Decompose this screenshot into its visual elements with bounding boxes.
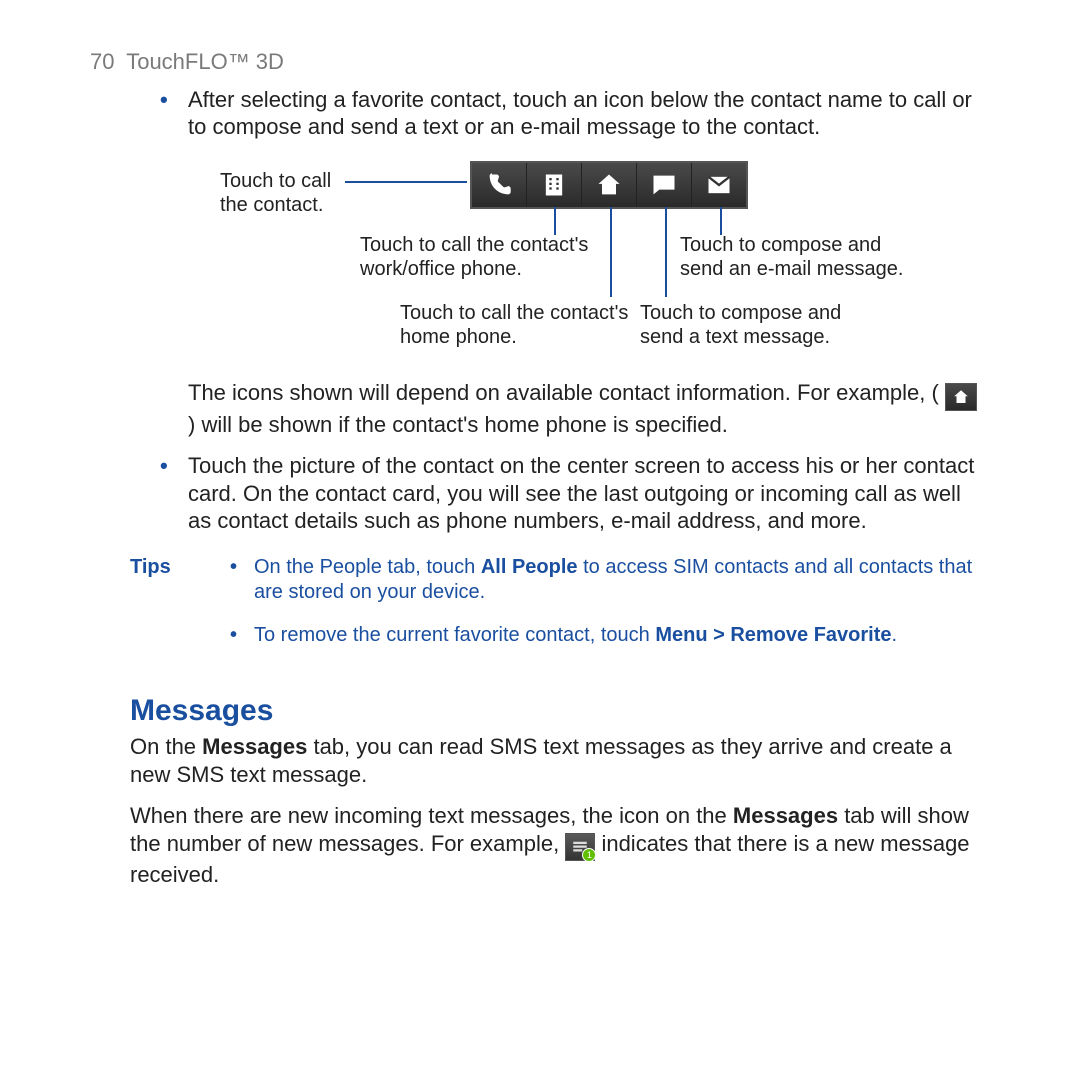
home-phone-icon <box>582 163 637 207</box>
phone-icon <box>472 163 527 207</box>
diagram-label-sms: Touch to compose and send a text message… <box>640 301 890 349</box>
tips-body: • On the People tab, touch All People to… <box>230 555 990 666</box>
leader-line <box>345 181 467 183</box>
messages-tab-icon: 1 <box>565 833 595 861</box>
bullet-icon: • <box>160 452 188 535</box>
office-phone-icon <box>527 163 582 207</box>
tips-label: Tips <box>130 555 230 666</box>
chapter-title: TouchFLO™ 3D <box>126 49 284 74</box>
page-header: 70 TouchFLO™ 3D <box>90 48 990 76</box>
messages-paragraph-2: When there are new incoming text message… <box>130 802 990 888</box>
bullet-text: After selecting a favorite contact, touc… <box>188 86 990 141</box>
diagram-label-email: Touch to compose and send an e-mail mess… <box>680 233 930 281</box>
messages-paragraph-1: On the Messages tab, you can read SMS te… <box>130 733 990 788</box>
email-icon <box>692 163 746 207</box>
section-heading-messages: Messages <box>130 692 990 730</box>
bullet-item: • Touch the picture of the contact on th… <box>160 452 990 535</box>
leader-line <box>720 207 722 235</box>
leader-line <box>665 207 667 297</box>
bullet-text: Touch the picture of the contact on the … <box>188 452 990 535</box>
page-number: 70 <box>90 49 114 74</box>
sms-icon <box>637 163 692 207</box>
bullet-item: • After selecting a favorite contact, to… <box>160 86 990 141</box>
tip-text: To remove the current favorite contact, … <box>254 623 897 648</box>
icon-strip <box>470 161 748 209</box>
diagram-label-work: Touch to call the contact's work/office … <box>360 233 610 281</box>
home-phone-icon <box>945 383 977 411</box>
icon-dependency-note: The icons shown will depend on available… <box>188 379 990 439</box>
tip-item: • On the People tab, touch All People to… <box>230 555 990 605</box>
bullet-icon: • <box>160 86 188 141</box>
manual-page: 70 TouchFLO™ 3D • After selecting a favo… <box>0 0 1080 950</box>
diagram-label-call: Touch to call the contact. <box>220 169 370 217</box>
leader-line <box>610 207 612 297</box>
tip-text: On the People tab, touch All People to a… <box>254 555 990 605</box>
bullet-icon: • <box>230 555 254 605</box>
leader-line <box>554 207 556 235</box>
contact-icons-diagram: Touch to call the contact. Touch to call… <box>220 161 990 371</box>
new-message-badge: 1 <box>582 848 596 862</box>
diagram-label-home: Touch to call the contact's home phone. <box>400 301 660 349</box>
tip-item: • To remove the current favorite contact… <box>230 623 990 648</box>
bullet-icon: • <box>230 623 254 648</box>
tips-block: Tips • On the People tab, touch All Peop… <box>130 555 990 666</box>
